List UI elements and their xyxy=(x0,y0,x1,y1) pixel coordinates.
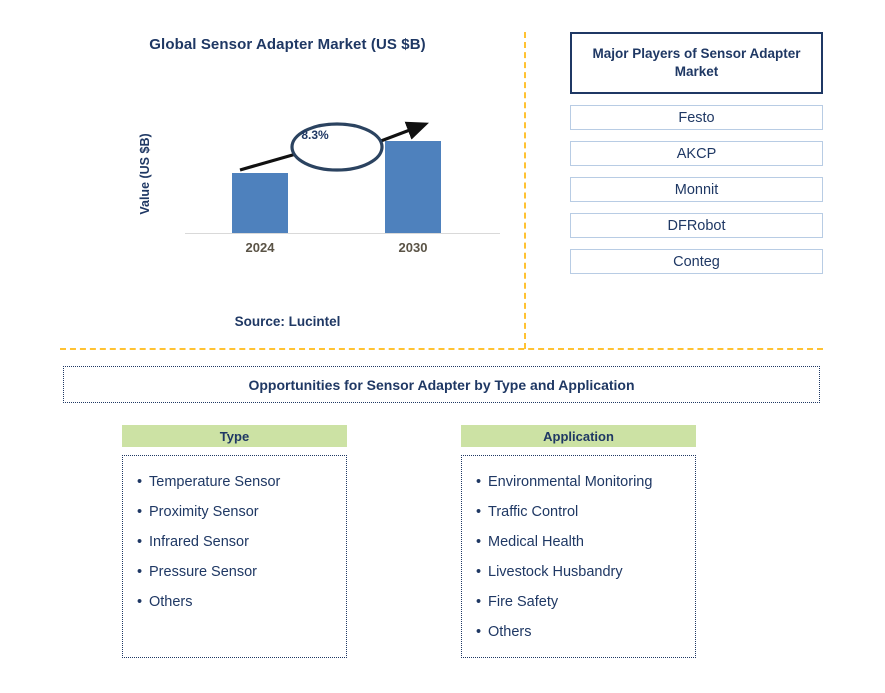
major-players-panel: Major Players of Sensor Adapter Market F… xyxy=(570,32,823,274)
opportunities-banner: Opportunities for Sensor Adapter by Type… xyxy=(63,366,820,403)
list-item-label: Fire Safety xyxy=(488,594,559,610)
player-label: Conteg xyxy=(673,253,720,270)
player-item-monnit[interactable]: Monnit xyxy=(570,177,823,202)
list-item: • Environmental Monitoring xyxy=(476,467,695,497)
list-item-label: Proximity Sensor xyxy=(149,504,259,520)
chart-area: Value (US $B) 2024 2030 8.3% xyxy=(138,112,500,262)
bullet-icon: • xyxy=(476,564,482,580)
type-column-header: Type xyxy=(122,425,347,447)
list-item: • Proximity Sensor xyxy=(137,497,346,527)
list-item: • Others xyxy=(137,587,346,617)
x-tick-label-2024: 2024 xyxy=(245,240,275,255)
vertical-divider xyxy=(524,32,526,349)
list-item: • Medical Health xyxy=(476,527,695,557)
bullet-icon: • xyxy=(476,504,482,520)
type-list-box: • Temperature Sensor • Proximity Sensor • I… xyxy=(122,455,347,658)
player-item-dfrobot[interactable]: DFRobot xyxy=(570,213,823,238)
player-item-akcp[interactable]: AKCP xyxy=(570,141,823,166)
chart-title: Global Sensor Adapter Market (US $B) xyxy=(149,36,426,53)
list-item: • Traffic Control xyxy=(476,497,695,527)
list-item-label: Temperature Sensor xyxy=(149,474,281,490)
application-column-header: Application xyxy=(461,425,696,447)
player-label: AKCP xyxy=(676,145,717,162)
bullet-icon: • xyxy=(476,534,482,550)
bullet-icon: • xyxy=(476,474,482,490)
bullet-icon: • xyxy=(137,534,143,550)
application-list-box: • Environmental Monitoring • Traffic Contr… xyxy=(461,455,696,658)
source-label: Source: Lucintel xyxy=(234,314,341,329)
list-item: • Fire Safety xyxy=(476,587,695,617)
horizontal-divider xyxy=(60,348,823,350)
bullet-icon: • xyxy=(137,564,143,580)
list-item-label: Medical Health xyxy=(488,534,584,550)
player-label: Festo xyxy=(678,109,715,126)
list-item-label: Traffic Control xyxy=(488,504,579,520)
player-item-conteg[interactable]: Conteg xyxy=(570,249,823,274)
player-label: Monnit xyxy=(674,181,719,198)
list-item-label: Infrared Sensor xyxy=(149,534,249,550)
bullet-icon: • xyxy=(137,474,143,490)
list-item: • Others xyxy=(476,617,695,647)
list-item: • Infrared Sensor xyxy=(137,527,346,557)
x-tick-label-2030: 2030 xyxy=(398,240,428,255)
cagr-value-label: 8.3% xyxy=(301,128,329,142)
list-item: • Livestock Husbandry xyxy=(476,557,695,587)
y-axis-label: Value (US $B) xyxy=(138,133,152,215)
list-item-label: Pressure Sensor xyxy=(149,564,257,580)
bullet-icon: • xyxy=(137,594,143,610)
list-item: • Temperature Sensor xyxy=(137,467,346,497)
list-item-label: Others xyxy=(488,624,532,640)
market-chart-panel: Global Sensor Adapter Market (US $B) Val… xyxy=(60,24,515,344)
major-players-header: Major Players of Sensor Adapter Market xyxy=(570,32,823,94)
bullet-icon: • xyxy=(137,504,143,520)
bullet-icon: • xyxy=(476,594,482,610)
list-item-label: Livestock Husbandry xyxy=(488,564,623,580)
list-item-label: Others xyxy=(149,594,193,610)
player-label: DFRobot xyxy=(667,217,726,234)
list-item: • Pressure Sensor xyxy=(137,557,346,587)
bullet-icon: • xyxy=(476,624,482,640)
player-item-festo[interactable]: Festo xyxy=(570,105,823,130)
list-item-label: Environmental Monitoring xyxy=(488,474,653,490)
